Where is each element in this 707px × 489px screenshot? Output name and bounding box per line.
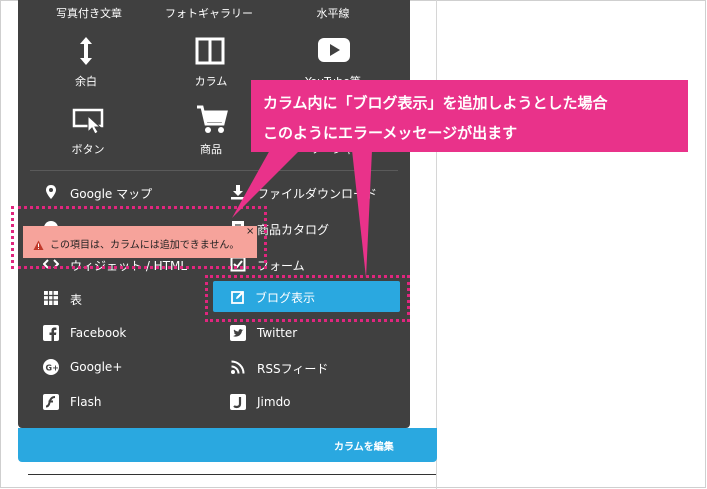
annotation-callout: カラム内に「ブログ表示」を追加しようとした場合 このようにエラーメッセージが出ま…	[251, 80, 688, 152]
callout-line-1: カラム内に「ブログ表示」を追加しようとした場合	[263, 94, 608, 112]
callout-pointer-error	[232, 150, 300, 218]
callout-pointer-blog	[352, 150, 372, 278]
callout-pointers	[232, 150, 372, 278]
callout-line-2: このようにエラーメッセージが出ます	[263, 124, 518, 142]
